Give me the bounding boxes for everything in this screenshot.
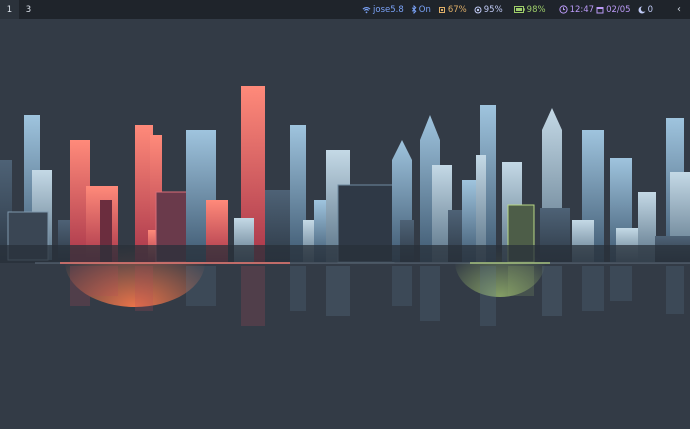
workspace-1-button[interactable]: 1 bbox=[0, 0, 19, 19]
battery-level: 98% bbox=[526, 4, 546, 15]
workspace-switcher: 1 3 bbox=[0, 0, 38, 19]
battery-module[interactable]: 98% bbox=[513, 4, 546, 15]
city-skyline-wallpaper bbox=[0, 0, 690, 429]
tray-toggle-button[interactable]: ‹ bbox=[668, 0, 690, 19]
workspace-label: 3 bbox=[25, 4, 32, 15]
wifi-network-name: jose5.8 bbox=[373, 4, 404, 15]
battery-icon bbox=[513, 6, 525, 13]
calendar-icon bbox=[596, 6, 604, 14]
notification-count: 0 bbox=[647, 4, 653, 15]
notifications-module[interactable]: 0 bbox=[638, 5, 653, 15]
cpu-icon bbox=[438, 6, 446, 14]
bluetooth-icon bbox=[411, 5, 417, 14]
top-status-bar: 1 3 jose5.8 On 67% 95% 98% 12:47 02/05 0… bbox=[0, 0, 690, 19]
clock-time: 12:47 bbox=[569, 4, 595, 15]
workspace-label: 1 bbox=[6, 4, 13, 15]
clock-date: 02/05 bbox=[606, 4, 631, 15]
memory-icon bbox=[474, 6, 482, 14]
workspace-3-button[interactable]: 3 bbox=[19, 0, 38, 19]
chevron-left-icon: ‹ bbox=[677, 4, 681, 15]
memory-module[interactable]: 95% bbox=[474, 5, 503, 15]
clock-icon bbox=[558, 5, 568, 14]
cpu-usage: 67% bbox=[447, 4, 467, 15]
cpu-module[interactable]: 67% bbox=[438, 5, 467, 15]
wifi-module[interactable]: jose5.8 bbox=[362, 5, 404, 15]
bluetooth-status: On bbox=[418, 4, 431, 15]
clock-module[interactable]: 12:47 02/05 bbox=[558, 4, 631, 15]
moon-icon bbox=[638, 5, 646, 14]
bluetooth-module[interactable]: On bbox=[411, 5, 431, 15]
wifi-icon bbox=[362, 6, 371, 14]
memory-usage: 95% bbox=[483, 4, 503, 15]
